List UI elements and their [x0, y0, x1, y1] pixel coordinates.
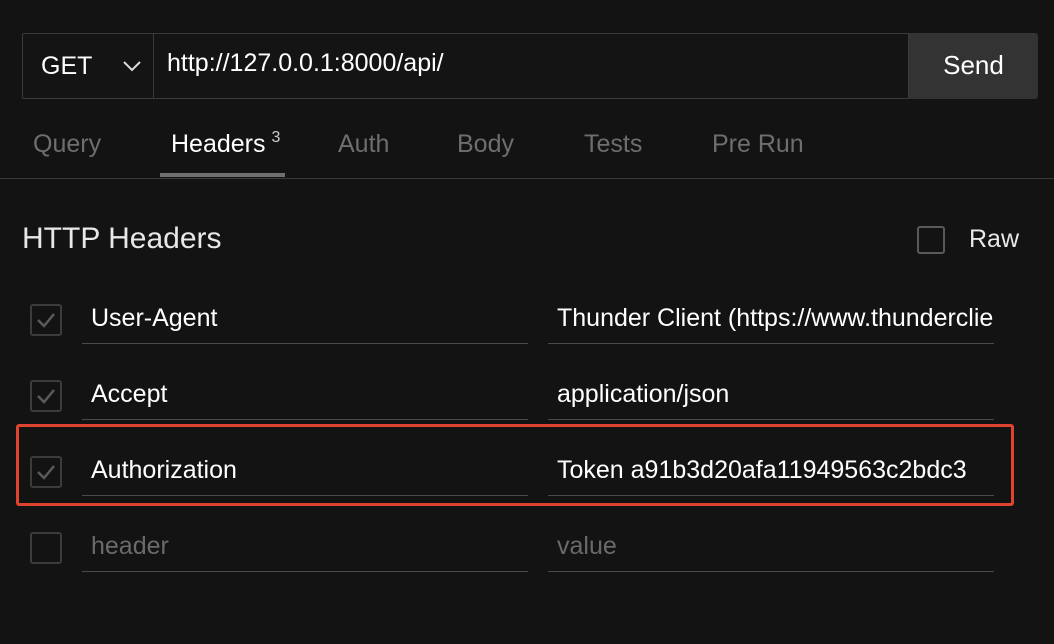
- header-row: Authorization Token a91b3d20afa11949563c…: [0, 454, 1054, 514]
- raw-toggle[interactable]: Raw: [917, 225, 1019, 254]
- header-row: Accept application/json: [0, 378, 1054, 438]
- header-enabled-checkbox[interactable]: [30, 380, 62, 412]
- header-enabled-checkbox[interactable]: [30, 456, 62, 488]
- header-row: User-Agent Thunder Client (https://www.t…: [0, 302, 1054, 362]
- header-key-input[interactable]: User-Agent: [82, 302, 528, 344]
- method-select[interactable]: GET: [22, 33, 153, 99]
- header-key-input[interactable]: Authorization: [82, 454, 528, 496]
- header-enabled-checkbox[interactable]: [30, 304, 62, 336]
- header-value-input[interactable]: Token a91b3d20afa11949563c2bdc3: [548, 454, 994, 496]
- tab-pre-run[interactable]: Pre Run: [712, 130, 804, 159]
- url-bar: GET http://127.0.0.1:8000/api/ Send: [22, 33, 1038, 99]
- tab-body[interactable]: Body: [457, 130, 514, 159]
- raw-label: Raw: [969, 225, 1020, 253]
- tab-query-label: Query: [33, 130, 102, 158]
- tab-headers[interactable]: Headers 3: [171, 129, 281, 159]
- send-button[interactable]: Send: [909, 33, 1038, 99]
- url-input[interactable]: http://127.0.0.1:8000/api/: [153, 33, 909, 99]
- tab-auth-label: Auth: [338, 130, 390, 158]
- checkmark-icon: [37, 313, 55, 328]
- new-header-row: header value: [0, 530, 1054, 590]
- tab-query[interactable]: Query: [33, 130, 101, 159]
- tab-tests-label: Tests: [584, 130, 643, 158]
- header-key-input[interactable]: header: [82, 530, 528, 572]
- section-title: HTTP Headers: [22, 222, 222, 255]
- active-tab-indicator: [160, 173, 285, 177]
- header-value-input[interactable]: Thunder Client (https://www.thunderclien…: [548, 302, 994, 344]
- tab-pre-run-label: Pre Run: [712, 130, 804, 158]
- headers-count-badge: 3: [271, 129, 281, 146]
- tab-body-label: Body: [457, 130, 514, 158]
- thunder-client-request-panel: GET http://127.0.0.1:8000/api/ Send Quer…: [0, 0, 1054, 644]
- header-enabled-checkbox[interactable]: [30, 532, 62, 564]
- tab-tests[interactable]: Tests: [584, 130, 642, 159]
- header-key-input[interactable]: Accept: [82, 378, 528, 420]
- checkmark-icon: [37, 465, 55, 480]
- checkmark-icon: [37, 389, 55, 404]
- raw-checkbox[interactable]: [917, 225, 945, 254]
- header-value-input[interactable]: application/json: [548, 378, 994, 420]
- request-tabs: Query Headers 3 Auth Body Tests Pre Run: [0, 118, 1054, 179]
- tab-headers-label: Headers: [171, 130, 266, 158]
- tab-auth[interactable]: Auth: [338, 130, 389, 159]
- header-value-input[interactable]: value: [548, 530, 994, 572]
- method-label: GET: [41, 51, 93, 80]
- chevron-down-icon: [122, 60, 142, 72]
